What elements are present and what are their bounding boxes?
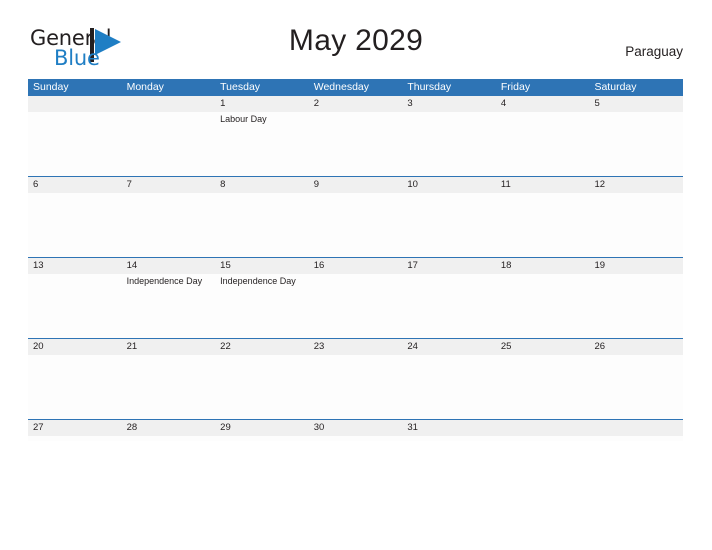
- calendar-week-row: 6 7 8 9 10 11 12: [28, 176, 683, 257]
- day-number[interactable]: 19: [589, 258, 683, 274]
- day-number[interactable]: 1: [215, 96, 309, 112]
- day-event: [402, 436, 496, 441]
- day-event: [402, 112, 496, 176]
- week-date-band: 27 28 29 30 31: [28, 420, 683, 436]
- page-title: May 2029: [288, 24, 424, 57]
- day-event: [309, 274, 403, 338]
- week-event-band: [28, 193, 683, 257]
- weekday-header-tuesday: Tuesday: [220, 81, 261, 93]
- day-number[interactable]: 28: [122, 420, 216, 436]
- day-event: [28, 436, 122, 441]
- day-event: [496, 112, 590, 176]
- day-number[interactable]: 4: [496, 96, 590, 112]
- day-event: Independence Day: [126, 276, 203, 286]
- day-number[interactable]: 14: [122, 258, 216, 274]
- day-event: [496, 274, 590, 338]
- day-number[interactable]: 18: [496, 258, 590, 274]
- calendar-week-row: 13 14 15 16 17 18 19 Independence Day In…: [28, 257, 683, 338]
- day-number[interactable]: [122, 96, 216, 112]
- day-event: [122, 355, 216, 419]
- day-number[interactable]: 3: [402, 96, 496, 112]
- day-number[interactable]: [496, 420, 590, 436]
- day-event: [589, 193, 683, 257]
- day-number[interactable]: 5: [589, 96, 683, 112]
- week-date-band: 6 7 8 9 10 11 12: [28, 177, 683, 193]
- day-number[interactable]: 31: [402, 420, 496, 436]
- day-event: [402, 274, 496, 338]
- day-number[interactable]: 22: [215, 339, 309, 355]
- day-number[interactable]: 16: [309, 258, 403, 274]
- calendar-table: Sunday Monday Tuesday Wednesday Thursday…: [28, 79, 683, 441]
- day-event: [122, 193, 216, 257]
- day-event: [402, 355, 496, 419]
- weekday-header-sunday: Sunday: [33, 81, 69, 93]
- day-event: [28, 274, 122, 338]
- day-number[interactable]: 11: [496, 177, 590, 193]
- day-event: [309, 355, 403, 419]
- day-number[interactable]: 26: [589, 339, 683, 355]
- day-event: [589, 274, 683, 338]
- day-event: [215, 355, 309, 419]
- weekday-header-row: Sunday Monday Tuesday Wednesday Thursday…: [28, 79, 683, 96]
- day-number[interactable]: 25: [496, 339, 590, 355]
- week-event-band: Labour Day: [28, 112, 683, 176]
- day-event: [402, 193, 496, 257]
- day-number[interactable]: 7: [122, 177, 216, 193]
- week-event-band: [28, 436, 683, 441]
- weekday-header-friday: Friday: [500, 81, 531, 93]
- day-event: [28, 193, 122, 257]
- day-number[interactable]: 27: [28, 420, 122, 436]
- week-date-band: 13 14 15 16 17 18 19: [28, 258, 683, 274]
- day-event: [122, 436, 216, 441]
- day-number[interactable]: 8: [215, 177, 309, 193]
- day-number[interactable]: [589, 420, 683, 436]
- day-number[interactable]: 10: [402, 177, 496, 193]
- calendar-week-row: 20 21 22 23 24 25 26: [28, 338, 683, 419]
- weekday-header-saturday: Saturday: [594, 81, 637, 93]
- day-event: [215, 436, 309, 441]
- calendar-week-row: 1 2 3 4 5 Labour Day: [28, 96, 683, 176]
- day-event: [496, 436, 590, 441]
- day-number[interactable]: 30: [309, 420, 403, 436]
- day-number[interactable]: 24: [402, 339, 496, 355]
- calendar-week-row: 27 28 29 30 31: [28, 419, 683, 441]
- page-header: General Blue May 2029 Paraguay: [0, 0, 712, 70]
- day-number[interactable]: 12: [589, 177, 683, 193]
- day-event: [28, 112, 122, 176]
- day-number[interactable]: 13: [28, 258, 122, 274]
- weekday-header-thursday: Thursday: [407, 81, 452, 93]
- day-number[interactable]: 20: [28, 339, 122, 355]
- day-event: [496, 193, 590, 257]
- day-event: [309, 193, 403, 257]
- day-number[interactable]: 21: [122, 339, 216, 355]
- day-number[interactable]: [28, 96, 122, 112]
- day-event: [589, 355, 683, 419]
- week-date-band: 1 2 3 4 5: [28, 96, 683, 112]
- week-date-band: 20 21 22 23 24 25 26: [28, 339, 683, 355]
- country-label: Paraguay: [625, 44, 683, 59]
- day-number[interactable]: 15: [215, 258, 309, 274]
- day-event: [589, 436, 683, 441]
- day-event: [309, 436, 403, 441]
- day-number[interactable]: 29: [215, 420, 309, 436]
- day-number[interactable]: 23: [309, 339, 403, 355]
- day-number[interactable]: 17: [402, 258, 496, 274]
- day-event: [28, 355, 122, 419]
- weekday-header-wednesday: Wednesday: [313, 81, 369, 93]
- day-number[interactable]: 9: [309, 177, 403, 193]
- weekday-header-monday: Monday: [126, 81, 164, 93]
- week-event-band: [28, 355, 683, 419]
- day-event: [215, 193, 309, 257]
- day-event: [122, 112, 216, 176]
- day-event: [309, 112, 403, 176]
- day-event: Independence Day: [220, 276, 296, 286]
- day-number[interactable]: 2: [309, 96, 403, 112]
- day-event: [496, 355, 590, 419]
- day-number[interactable]: 6: [28, 177, 122, 193]
- week-event-band: Independence Day Independence Day: [28, 274, 683, 338]
- day-event: [589, 112, 683, 176]
- day-event: Labour Day: [220, 114, 267, 124]
